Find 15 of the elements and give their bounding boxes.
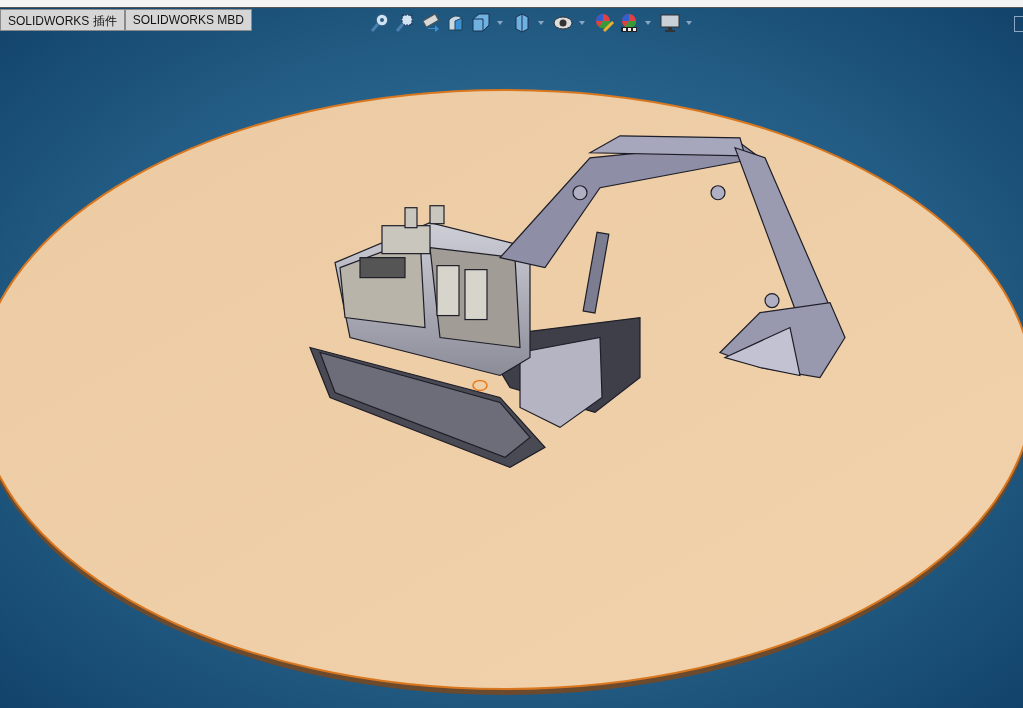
caret-icon[interactable] (686, 21, 692, 25)
viewport-corner-icon[interactable] (1014, 16, 1023, 32)
caret-icon[interactable] (497, 21, 503, 25)
color-ball-pencil-icon[interactable] (593, 12, 615, 34)
zoom-to-fit-icon[interactable] (370, 12, 392, 34)
caret-icon[interactable] (645, 21, 651, 25)
monitor-icon[interactable] (659, 12, 681, 34)
caret-icon[interactable] (538, 21, 544, 25)
command-tab[interactable]: SOLIDWORKS MBD (124, 9, 253, 31)
command-tab[interactable]: SOLIDWORKS 插件 (0, 9, 125, 31)
view-cube-icon[interactable] (470, 12, 492, 34)
caret-icon[interactable] (579, 21, 585, 25)
previous-view-icon[interactable] (420, 12, 442, 34)
zoom-area-icon[interactable] (395, 12, 417, 34)
color-ball-scene-icon[interactable] (618, 12, 640, 34)
